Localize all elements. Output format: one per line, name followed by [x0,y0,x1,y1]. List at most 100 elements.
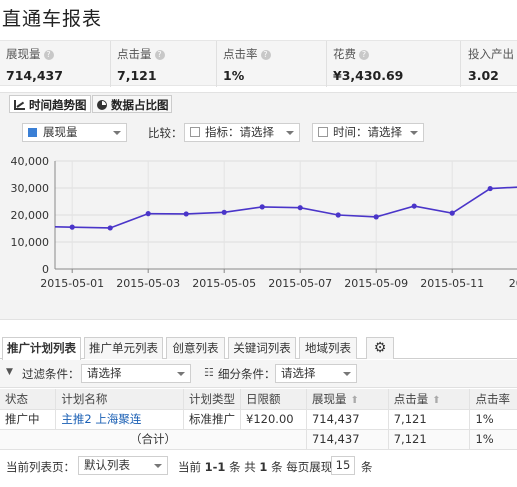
metric-value: ¥3,430.69 [333,68,404,83]
metric-clicks[interactable]: 点击量? 7,121 [110,41,216,87]
ctr-cell: 1% [469,409,517,430]
chevron-down-icon [343,372,351,376]
y-tick-label: 20,000 [11,209,50,222]
tab-keyword-list[interactable]: 关键词列表 [228,337,296,359]
x-tick-label: 2015-05-11 [420,277,484,290]
filter-label: 过滤条件： [22,367,80,381]
checkbox[interactable] [318,127,328,137]
total-ctr: 1% [469,429,517,450]
help-icon[interactable]: ? [154,50,165,60]
metric-select[interactable]: 展现量 [22,123,127,142]
total-row: （合计） 714,437 7,121 1% [0,429,517,450]
data-point [335,212,341,218]
tab-campaign-list[interactable]: 推广计划列表 [2,337,81,360]
filter-bar: ▼ 过滤条件： 请选择 ☷ 细分条件： 请选择 [0,360,517,388]
metric-value: 3.02 [468,68,499,83]
chevron-down-icon [177,372,185,376]
tab-region-list[interactable]: 地域列表 [299,337,357,359]
y-tick-label: 0 [42,263,49,276]
segment-label: 细分条件： [218,367,276,381]
metric-label: 花费 [333,47,356,61]
series-line [55,186,517,229]
y-tick-label: 40,000 [11,155,50,168]
table-row: 推广中 主推2 上海聚连 标准推广 ¥120.00 714,437 7,121 … [0,409,517,430]
column-header[interactable]: 计划类型 [183,389,242,410]
checkbox[interactable] [190,127,200,137]
metric-value: 7,121 [117,68,157,83]
metric-ctr[interactable]: 点击率? 1% [216,41,326,87]
total-label: （合计） [0,429,307,450]
series-color-swatch [28,128,37,137]
chevron-down-icon [410,131,418,135]
sort-arrow-icon[interactable]: ⬆ [350,395,358,406]
data-point [411,203,417,209]
data-point [259,204,265,210]
metric-roi[interactable]: 投入产出 3.02 [460,41,517,87]
clicks-cell: 7,121 [388,409,471,430]
data-point [449,210,455,216]
current-list-label: 当前列表页： [6,460,75,474]
tab-data-share[interactable]: 数据占比图 [92,95,172,113]
filter-icon: ▼ [6,367,13,377]
status-cell: 推广中 [0,409,57,430]
sort-arrow-icon[interactable]: ⬆ [432,395,440,406]
detail-tabs: 推广计划列表 推广单元列表 创意列表 关键词列表 地域列表 ⚙ [0,333,517,360]
segment-select[interactable]: 请选择 [275,364,357,383]
column-header-sortable[interactable]: 展现量 ⬆ [306,389,389,410]
column-header[interactable]: 点击率 [469,389,517,410]
campaign-name-link[interactable]: 主推2 上海聚连 [55,409,185,430]
total-clicks: 7,121 [388,429,471,450]
data-point [221,209,227,215]
metric-label: 展现量 [6,47,41,61]
x-tick-label: 2015-05-09 [344,277,408,290]
help-icon[interactable]: ? [359,50,369,60]
column-header[interactable]: 状态 [0,389,57,410]
x-tick-label: 2015-05-03 [116,277,180,290]
compare-label: 比较： [148,126,183,140]
table-header-row: 状态 计划名称 计划类型 日限额 展现量 ⬆ 点击量 ⬆ 点击率 [0,389,517,410]
campaign-type-cell: 标准推广 [183,409,242,430]
column-header[interactable]: 计划名称 [55,389,185,410]
chart-panel: 时间趋势图 数据占比图 展现量 比较： 指标：请选择 时间：请选择 0 10,00… [0,92,517,320]
metric-cost[interactable]: 花费? ¥3,430.69 [326,41,460,87]
metrics-bar: 展现量? 714,437 点击量? 7,121 点击率? 1% 花费? ¥3,4… [0,40,517,87]
gear-icon[interactable]: ⚙ [366,337,394,359]
data-point [297,205,303,211]
column-header-sortable[interactable]: 点击量 ⬆ [388,389,471,410]
metric-impressions[interactable]: 展现量? 714,437 [0,41,110,87]
chevron-down-icon [154,464,162,468]
x-tick-label: 2015-05-07 [268,277,332,290]
x-tick-label: 2015-05-01 [40,277,104,290]
chevron-down-icon [286,131,294,135]
total-impressions: 714,437 [306,429,389,450]
help-icon[interactable]: ? [260,50,271,60]
pager-summary: 当前 1-1 条 共 1 条 每页展现 [178,460,333,474]
trend-chart: 0 10,000 20,000 30,000 40,000 2015-05-01 2015-… [11,155,517,290]
data-point [107,225,113,231]
column-header[interactable]: 日限额 [240,389,307,410]
metric-value: 1% [223,68,245,83]
chevron-down-icon [113,131,121,135]
compare-metric-select[interactable]: 指标：请选择 [184,123,300,142]
data-point [183,211,189,217]
list-view-select[interactable]: 默认列表 [78,456,168,475]
line-chart-icon [14,100,25,110]
metric-label: 点击率 [223,47,258,61]
list-icon: ☷ [204,366,214,379]
y-tick-label: 30,000 [11,182,50,195]
data-point [69,224,75,230]
x-tick-label: 2015-0 [509,277,517,290]
metric-value: 714,437 [6,68,63,83]
tab-time-trend[interactable]: 时间趋势图 [9,95,91,113]
per-page-suffix: 条 [361,460,373,474]
pie-chart-icon [97,100,107,110]
data-point [487,185,493,192]
help-icon[interactable]: ? [43,50,54,60]
tab-unit-list[interactable]: 推广单元列表 [84,337,163,359]
data-point [145,211,151,217]
per-page-input[interactable]: 15 [331,456,355,475]
metric-label: 点击量 [117,47,152,61]
compare-time-select[interactable]: 时间：请选择 [312,123,424,142]
tab-creative-list[interactable]: 创意列表 [166,337,225,359]
filter-select[interactable]: 请选择 [81,364,191,383]
